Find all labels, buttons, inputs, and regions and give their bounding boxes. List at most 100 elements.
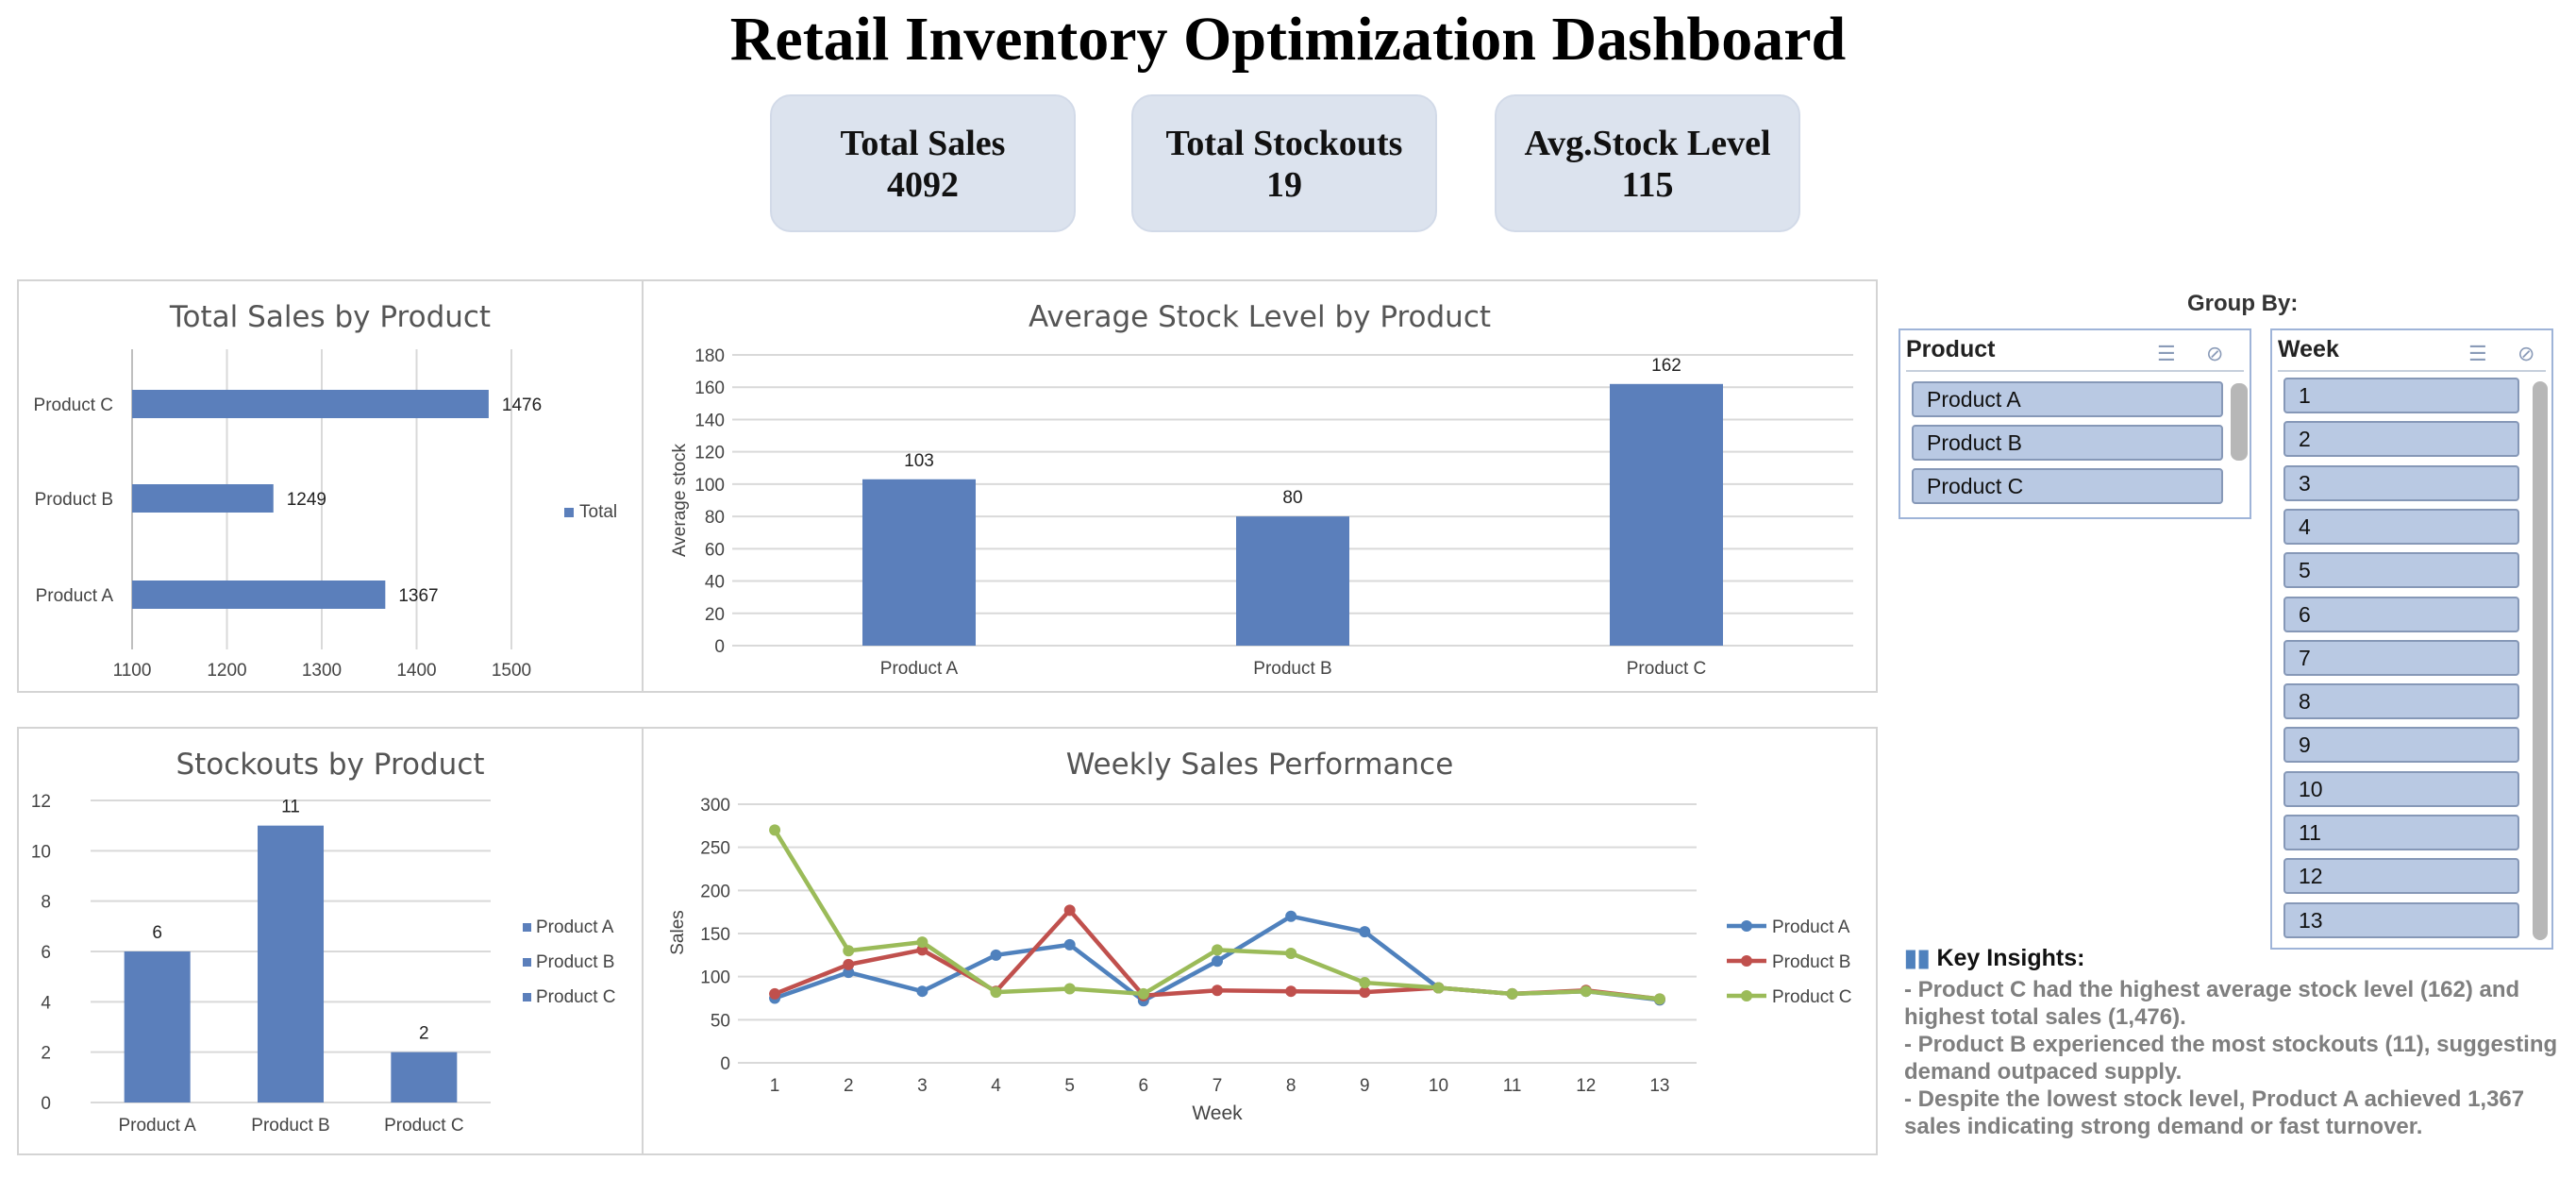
x-tick-label: 11: [1503, 1076, 1522, 1096]
multi-select-icon[interactable]: ☰: [2157, 342, 2176, 366]
chart-total-sales-svg: 1100 1200 1300 1400 1500 1367 Product A 1249 Pro…: [34, 349, 617, 681]
chart-total-sales-panel[interactable]: Total Sales by Product 1100 1200 1300 1400 1…: [17, 279, 644, 693]
category-label: Product C: [384, 1116, 463, 1136]
data-point-product-c: [1432, 982, 1445, 994]
y-tick-label: 60: [705, 540, 725, 560]
insight-line: sales indicating strong demand or fast t…: [1904, 1114, 2423, 1139]
category-label: Product B: [251, 1116, 329, 1136]
y-tick-label: 160: [694, 379, 725, 398]
data-point-product-c: [916, 936, 928, 949]
legend-entry: Product A: [536, 917, 614, 937]
data-point-product-c: [769, 824, 781, 836]
x-tick-label: 12: [1576, 1076, 1596, 1096]
kpi-value: 115: [1621, 165, 1674, 205]
slicer-item-week-9[interactable]: 9: [2283, 727, 2519, 764]
bar-product-b: [132, 484, 274, 513]
chart-stockouts-panel[interactable]: Stockouts by Product 0 2 4 6 8 10 12 6 Product A…: [17, 727, 644, 1155]
slicer-item-product-a[interactable]: Product A: [1912, 381, 2223, 417]
category-label: Product B: [1253, 659, 1331, 679]
category-label: Product A: [880, 659, 959, 679]
x-tick-label: 5: [1064, 1076, 1075, 1096]
data-point-product-c: [1063, 983, 1076, 995]
data-point-product-b: [769, 987, 781, 1000]
clear-filter-icon[interactable]: ⊘: [2517, 342, 2534, 366]
category-label: Product C: [34, 395, 113, 415]
y-tick-label: 150: [700, 925, 730, 945]
y-tick-label: 6: [41, 943, 51, 963]
slicer-item-week-11[interactable]: 11: [2283, 815, 2519, 850]
bar-chart-icon: ▮▮: [1904, 945, 1931, 971]
data-point-product-c: [1506, 987, 1518, 1000]
kpi-label: Total Sales: [840, 124, 1006, 163]
slicer-divider: [1906, 370, 2244, 372]
y-tick-label: 200: [700, 882, 730, 901]
bar-product-a: [132, 581, 386, 609]
y-tick-label: 0: [714, 637, 725, 657]
kpi-total-stockouts: Total Stockouts 19: [1131, 94, 1437, 232]
slicer-divider: [2278, 370, 2546, 372]
insight-line: - Despite the lowest stock level, Produc…: [1904, 1086, 2525, 1112]
slicer-header: Week: [2278, 336, 2339, 362]
legend-swatch: [564, 508, 574, 517]
data-label: 6: [152, 923, 162, 943]
slicer-item-week-2[interactable]: 2: [2283, 421, 2519, 458]
chart-weekly-sales-panel[interactable]: Weekly Sales Performance 0 50 100 150 200 250…: [642, 727, 1878, 1155]
data-point-product-c: [1653, 993, 1665, 1005]
slicer-item-week-7[interactable]: 7: [2283, 639, 2519, 676]
y-tick-label: 100: [694, 476, 725, 496]
data-point-product-a: [1212, 955, 1223, 968]
slicer-item-product-c[interactable]: Product C: [1912, 468, 2223, 504]
data-point-product-c: [1212, 944, 1223, 956]
group-by-label: Group By:: [2187, 291, 2299, 316]
legend-marker: [1741, 955, 1752, 967]
series-line-product-c: [773, 829, 1661, 1001]
y-tick-label: 40: [705, 573, 725, 593]
x-tick-label: 7: [1213, 1076, 1223, 1096]
data-point-product-b: [1285, 985, 1297, 998]
data-point-product-a: [1063, 938, 1076, 951]
bar-product-c: [132, 390, 489, 418]
x-tick-label: 6: [1139, 1076, 1149, 1096]
insights-title: Key Insights:: [1936, 945, 2085, 971]
x-tick-label: 13: [1649, 1076, 1669, 1096]
y-axis-label: Sales: [668, 910, 688, 955]
slicer-item-week-4[interactable]: 4: [2283, 508, 2519, 545]
clear-filter-icon[interactable]: ⊘: [2206, 342, 2223, 366]
slicer-item-week-13[interactable]: 13: [2283, 901, 2519, 938]
data-point-product-a: [1359, 926, 1371, 938]
kpi-value: 4092: [887, 165, 959, 205]
kpi-label: Avg.Stock Level: [1524, 124, 1771, 163]
y-tick-label: 250: [700, 839, 730, 859]
slicer-item-week-3[interactable]: 3: [2283, 464, 2519, 501]
data-label: 1476: [502, 395, 542, 415]
slicer-item-week-6[interactable]: 6: [2283, 596, 2519, 632]
data-point-product-b: [843, 958, 855, 970]
legend-marker: [1741, 990, 1752, 1001]
data-point-product-a: [1285, 910, 1297, 922]
legend-swatch: [523, 993, 531, 1001]
multi-select-icon[interactable]: ☰: [2468, 342, 2487, 366]
key-insights: ▮▮ Key Insights: - Product C had the hig…: [1904, 944, 2565, 1140]
slicer-scrollbar[interactable]: [2533, 381, 2548, 940]
bar-product-b: [1236, 516, 1349, 646]
y-tick-label: 10: [31, 842, 51, 862]
bar-product-c: [391, 1052, 458, 1102]
product-slicer[interactable]: Product ☰ ⊘ Product A Product B Product …: [1899, 328, 2251, 519]
slicer-item-week-10[interactable]: 10: [2283, 770, 2519, 807]
slicer-item-week-8[interactable]: 8: [2283, 683, 2519, 720]
slicer-item-week-1[interactable]: 1: [2283, 378, 2519, 413]
data-label: 11: [281, 798, 300, 817]
bar-product-b: [258, 825, 324, 1102]
slicer-item-product-b[interactable]: Product B: [1912, 425, 2223, 461]
slicer-scrollbar[interactable]: [2231, 383, 2248, 461]
slicer-item-week-12[interactable]: 12: [2283, 858, 2519, 895]
data-label: 2: [419, 1024, 429, 1044]
week-slicer[interactable]: Week ☰ ⊘ 1 2 3 4 5 6 7 8 9 10 11 12 13: [2270, 328, 2553, 950]
data-point-product-a: [990, 949, 1002, 961]
slicer-item-week-5[interactable]: 5: [2283, 552, 2519, 589]
legend-entry: Total: [579, 502, 617, 522]
y-tick-label: 0: [720, 1054, 730, 1074]
x-tick-label: 1500: [492, 661, 531, 681]
chart-avg-stock-panel[interactable]: Average Stock Level by Product 0 20 40 60 80…: [642, 279, 1878, 693]
data-point-product-c: [1359, 977, 1371, 989]
